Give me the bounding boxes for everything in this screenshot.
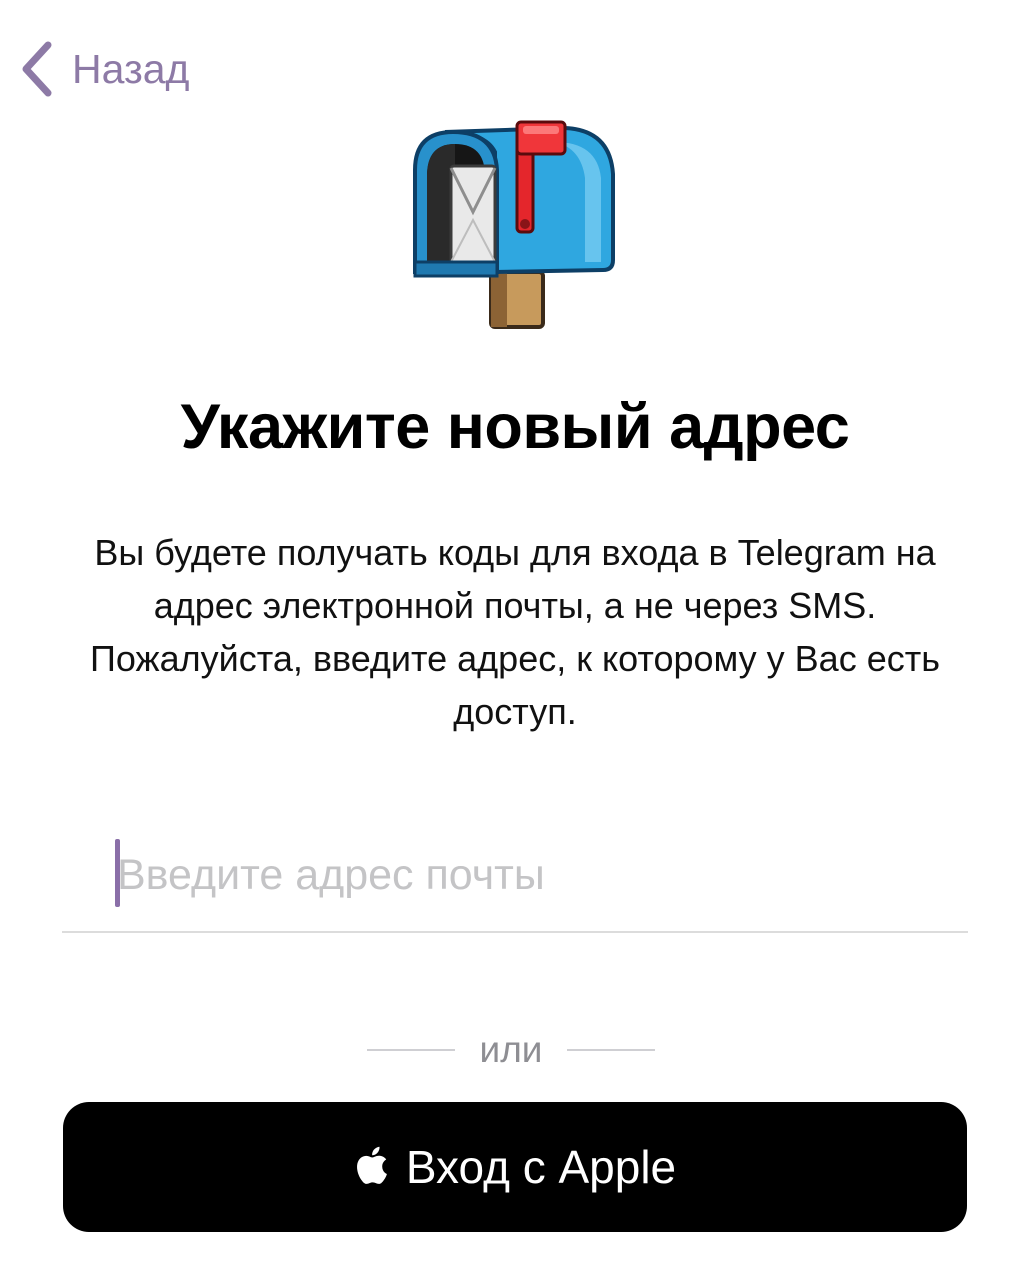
email-input[interactable] — [117, 835, 957, 915]
separator-line-right — [567, 1049, 655, 1051]
description-text: Вы будете получать коды для входа в Tele… — [90, 532, 940, 732]
page-title: Укажите новый адрес — [180, 392, 850, 462]
apple-logo-icon — [356, 1146, 387, 1184]
email-field[interactable] — [62, 835, 968, 933]
chevron-left-icon — [22, 41, 52, 97]
separator-label: или — [479, 1029, 543, 1070]
back-label: Назад — [72, 45, 190, 92]
or-separator: или — [0, 1025, 1030, 1075]
sign-in-with-apple-button[interactable]: Вход с Apple — [63, 1102, 967, 1232]
separator-line-left — [367, 1049, 455, 1051]
mailbox-with-flag-icon — [413, 120, 615, 329]
sign-in-with-apple-label: Вход с Apple — [405, 1141, 677, 1193]
back-button[interactable]: Назад — [18, 38, 189, 100]
